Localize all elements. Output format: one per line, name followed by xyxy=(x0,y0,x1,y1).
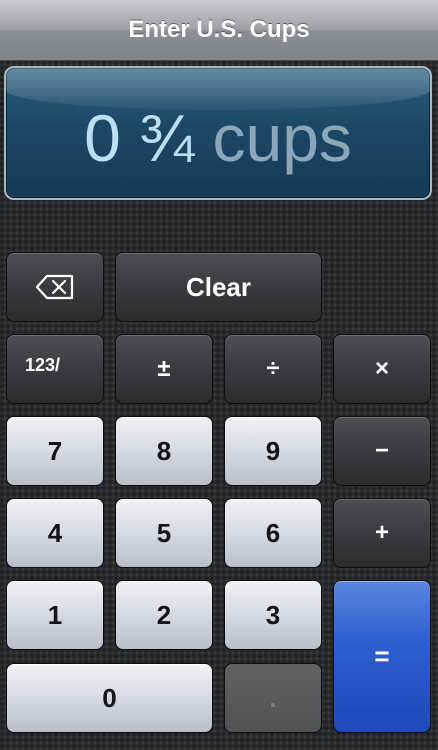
display-unit: cups xyxy=(212,101,352,175)
digit-3-button[interactable]: 3 xyxy=(224,580,322,650)
plus-button[interactable]: + xyxy=(333,498,431,568)
display-whole: 0 xyxy=(84,101,121,175)
digit-1-button[interactable]: 1 xyxy=(6,580,104,650)
multiply-button[interactable]: × xyxy=(333,334,431,404)
digit-0-button[interactable]: 0 xyxy=(6,663,213,733)
decimal-button[interactable]: . xyxy=(224,663,322,733)
divide-button[interactable]: ÷ xyxy=(224,334,322,404)
display-fraction: ¾ xyxy=(139,101,195,175)
digit-5-button[interactable]: 5 xyxy=(115,498,213,568)
digit-9-button[interactable]: 9 xyxy=(224,416,322,486)
clear-button[interactable]: Clear xyxy=(115,252,322,322)
fraction-mode-button[interactable]: 123/ xyxy=(6,334,104,404)
digit-6-button[interactable]: 6 xyxy=(224,498,322,568)
minus-button[interactable]: − xyxy=(333,416,431,486)
backspace-icon xyxy=(35,274,74,300)
digit-2-button[interactable]: 2 xyxy=(115,580,213,650)
display-panel: 0 ¾ cups xyxy=(4,66,432,200)
digit-7-button[interactable]: 7 xyxy=(6,416,104,486)
page-title: Enter U.S. Cups xyxy=(128,16,310,43)
title-bar: Enter U.S. Cups xyxy=(0,0,438,61)
digit-4-button[interactable]: 4 xyxy=(6,498,104,568)
display-readout: 0 ¾ cups xyxy=(6,98,430,178)
plus-minus-button[interactable]: ± xyxy=(115,334,213,404)
backspace-button[interactable] xyxy=(6,252,104,322)
equals-button[interactable]: = xyxy=(333,580,431,733)
digit-8-button[interactable]: 8 xyxy=(115,416,213,486)
